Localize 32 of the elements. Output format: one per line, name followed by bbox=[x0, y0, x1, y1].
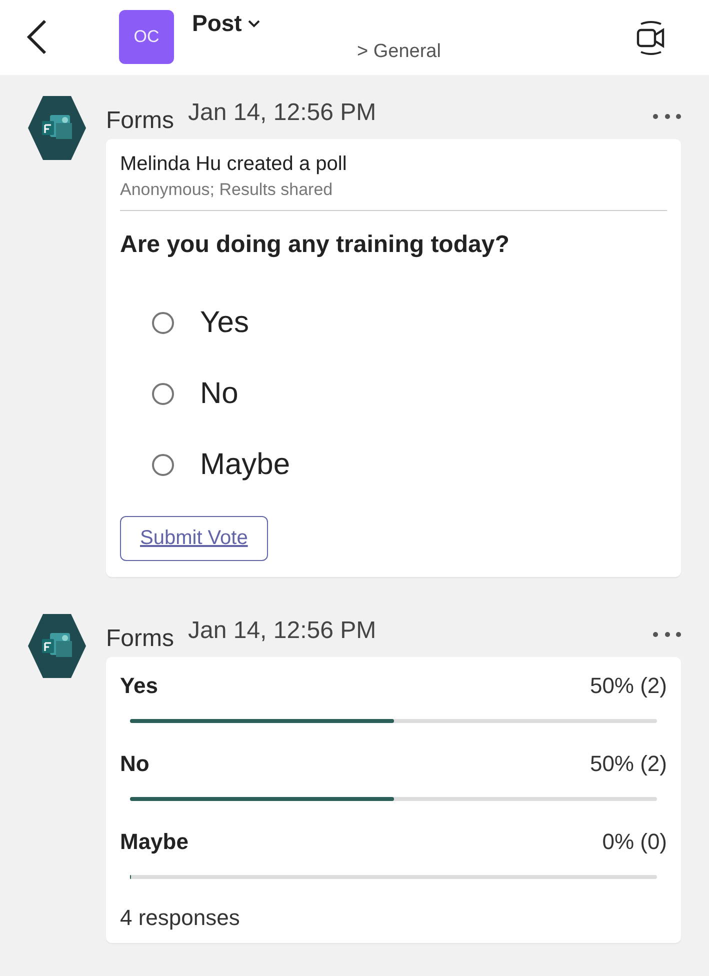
poll-creator: Melinda Hu created a poll bbox=[120, 153, 348, 176]
sender-name: Forms bbox=[106, 107, 174, 135]
team-avatar: OC bbox=[119, 10, 174, 64]
option-label[interactable]: No bbox=[200, 376, 238, 410]
channel-title[interactable]: Post bbox=[192, 10, 441, 37]
result-percentage: 50% (2) bbox=[590, 673, 667, 699]
result-label: No bbox=[120, 751, 150, 777]
more-options-button[interactable] bbox=[653, 112, 681, 120]
result-label: Maybe bbox=[120, 829, 188, 855]
more-options-button[interactable] bbox=[653, 630, 681, 638]
forms-app-icon bbox=[28, 95, 86, 161]
forms-app-icon bbox=[28, 613, 86, 679]
result-label: Yes bbox=[120, 673, 158, 699]
chevron-down-icon bbox=[248, 20, 260, 28]
radio-button[interactable] bbox=[152, 312, 174, 334]
sender-name: Forms bbox=[106, 625, 174, 653]
result-percentage: 0% (0) bbox=[602, 829, 667, 855]
response-count: 4 responses bbox=[120, 905, 241, 931]
poll-question: Are you doing any training today? bbox=[120, 231, 510, 259]
option-label[interactable]: Maybe bbox=[200, 448, 290, 482]
poll-settings: Anonymous; Results shared bbox=[120, 180, 667, 211]
option-label[interactable]: Yes bbox=[200, 306, 249, 340]
video-call-button[interactable] bbox=[635, 20, 667, 56]
radio-button[interactable] bbox=[152, 382, 174, 404]
submit-vote-button[interactable]: Submit Vote bbox=[120, 516, 268, 561]
back-icon bbox=[26, 18, 48, 54]
message-time: Jan 14, 12:56 PM bbox=[188, 99, 376, 127]
channel-subtitle: > General bbox=[357, 41, 441, 63]
result-percentage: 50% (2) bbox=[590, 751, 667, 777]
radio-button[interactable] bbox=[152, 454, 174, 476]
message-time: Jan 14, 12:56 PM bbox=[188, 617, 376, 645]
video-camera-icon bbox=[635, 20, 667, 56]
